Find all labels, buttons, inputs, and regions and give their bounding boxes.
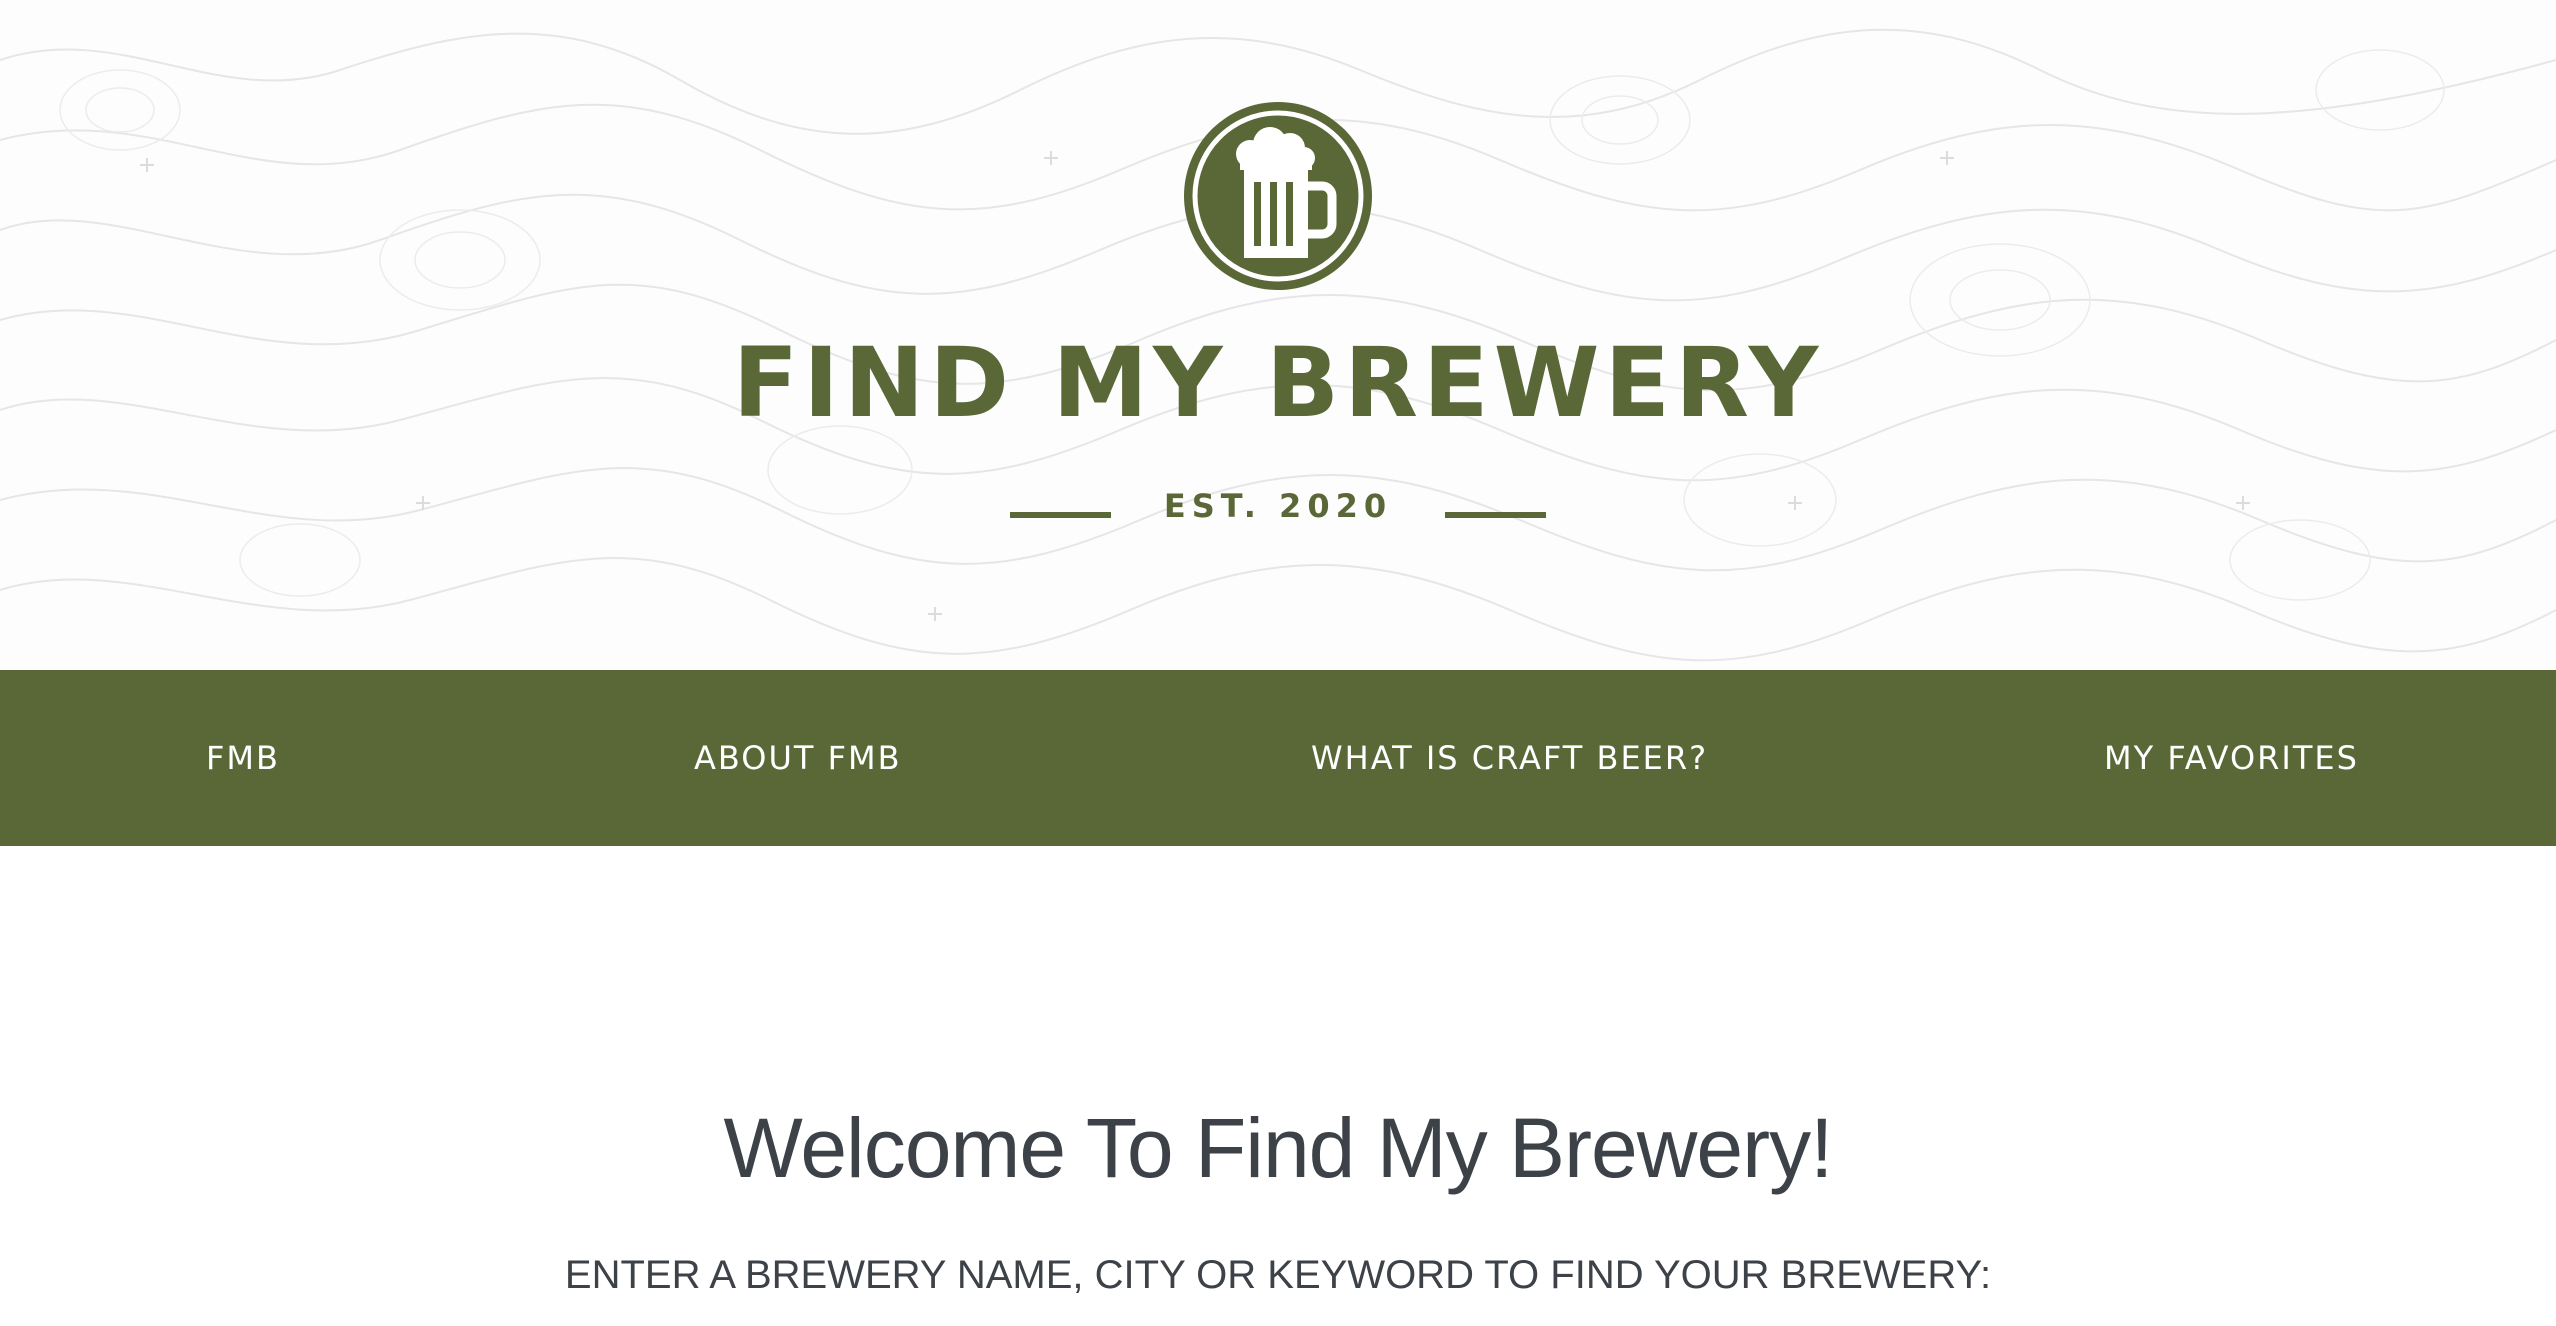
nav-link-craft-beer[interactable]: WHAT IS CRAFT BEER? <box>1311 670 1708 846</box>
search-prompt: ENTER A BREWERY NAME, CITY OR KEYWORD TO… <box>564 1253 1992 1297</box>
site-header: FIND MY BREWERY EST. 2020 <box>0 0 2556 670</box>
established-row: EST. 2020 <box>0 484 2556 528</box>
main-content: Welcome To Find My Brewery! ENTER A BREW… <box>0 846 2556 1326</box>
site-title: FIND MY BREWERY <box>732 327 1824 439</box>
divider-left <box>1010 512 1111 518</box>
nav-link-favorites[interactable]: MY FAVORITES <box>2104 670 2359 846</box>
nav-link-fmb[interactable]: FMB <box>206 670 280 846</box>
established-label: EST. 2020 <box>1163 487 1393 525</box>
main-nav: FMB ABOUT FMB WHAT IS CRAFT BEER? MY FAV… <box>0 670 2556 846</box>
page: FIND MY BREWERY EST. 2020 FMB ABOUT FMB … <box>0 0 2556 1326</box>
beer-mug-icon[interactable] <box>1184 102 1372 290</box>
nav-link-about[interactable]: ABOUT FMB <box>694 670 902 846</box>
divider-right <box>1445 512 1546 518</box>
welcome-heading: Welcome To Find My Brewery! <box>723 1101 1834 1195</box>
